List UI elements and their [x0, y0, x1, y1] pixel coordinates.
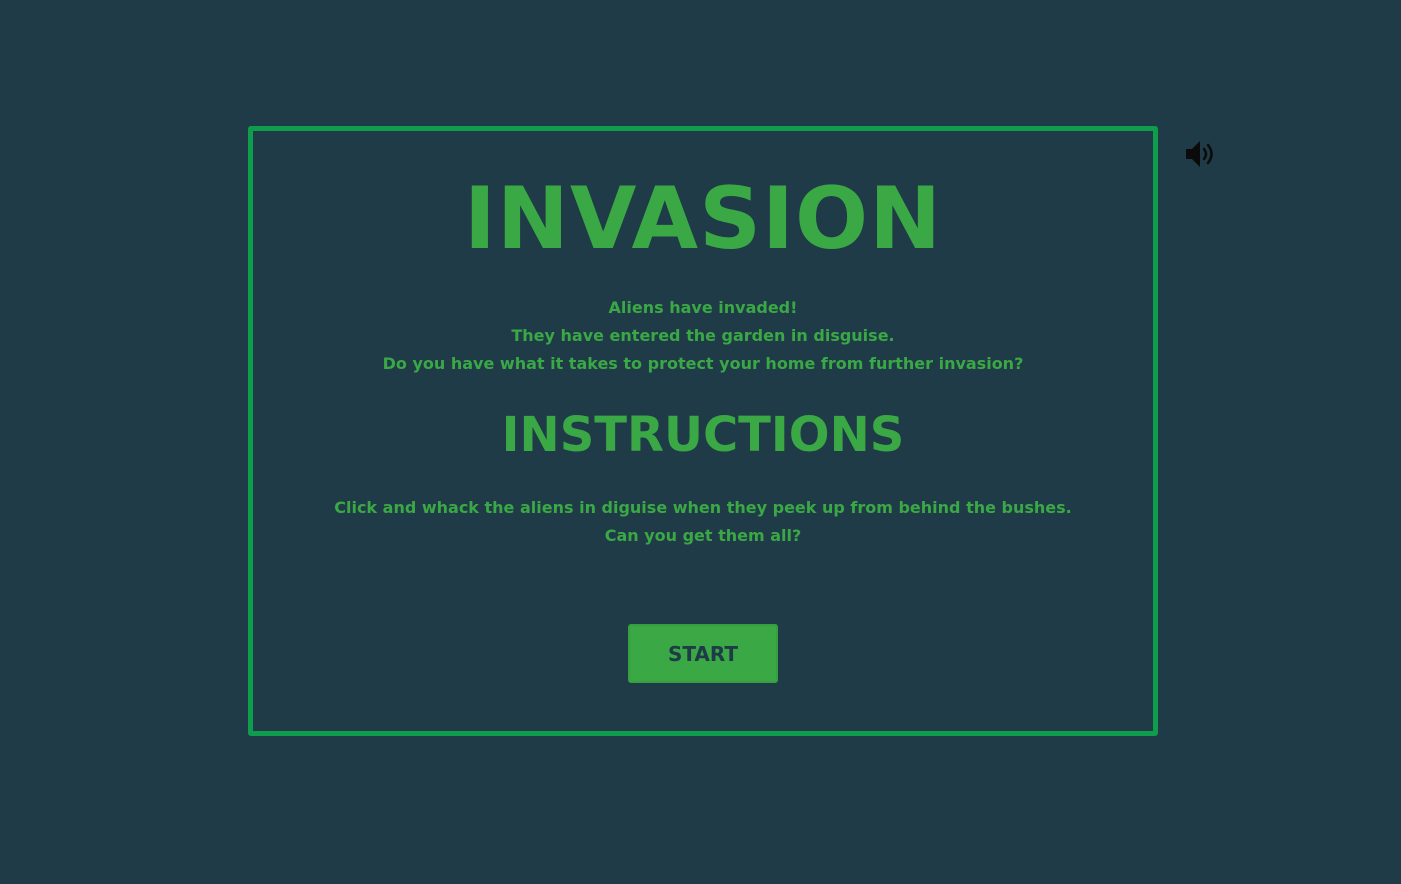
intro-panel: INVASION Aliens have invaded! They have … [248, 126, 1158, 736]
instructions-heading: INSTRUCTIONS [501, 407, 905, 463]
intro-line: Do you have what it takes to protect you… [382, 354, 1024, 373]
intro-line: They have entered the garden in disguise… [511, 326, 895, 345]
instructions-text: Click and whack the aliens in diguise wh… [253, 494, 1153, 550]
speaker-volume-icon [1186, 141, 1213, 167]
instruction-line: Click and whack the aliens in diguise wh… [334, 498, 1072, 517]
game-title: INVASION [463, 169, 943, 269]
intro-line: Aliens have invaded! [608, 298, 798, 317]
intro-text: Aliens have invaded! They have entered t… [253, 294, 1153, 378]
start-button[interactable]: START [628, 624, 778, 683]
sound-toggle-button[interactable] [1184, 138, 1220, 170]
instruction-line: Can you get them all? [604, 526, 802, 545]
